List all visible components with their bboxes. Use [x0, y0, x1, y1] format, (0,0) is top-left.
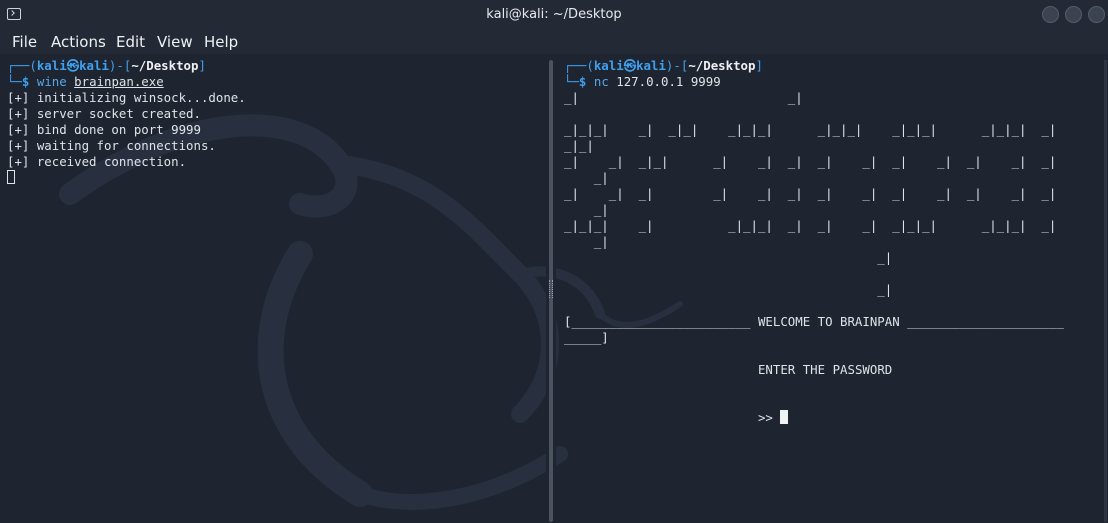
menu-bar: File Actions Edit View Help: [0, 30, 1108, 54]
split-divider[interactable]: [546, 54, 556, 523]
prompt-host: kali: [79, 58, 109, 73]
right-scrollbar[interactable]: [1104, 60, 1107, 522]
prompt-user: kali: [36, 58, 67, 73]
menu-actions[interactable]: Actions: [51, 33, 106, 51]
menu-file[interactable]: File: [12, 33, 37, 51]
minimize-button[interactable]: [1042, 6, 1059, 23]
prompt-host: kali: [636, 58, 666, 73]
banner-line: _|_|: [564, 138, 594, 153]
prompt-path: ~/Desktop: [131, 58, 199, 73]
banner-line: _|: [564, 234, 609, 249]
input-prompt: >>: [757, 410, 773, 425]
prompt-user: kali: [593, 58, 624, 73]
banner-line: _|: [564, 202, 609, 217]
banner-line: _|_|_| _| _|_|_| _| _| _| _|_|_| _|_|_| …: [564, 218, 1057, 233]
enter-password-text: ENTER THE PASSWORD: [757, 362, 893, 377]
left-terminal-pane[interactable]: ┌──(kali㉿kali)-[~/Desktop] └─$ wine brai…: [0, 54, 546, 523]
window-title: kali@kali: ~/Desktop: [486, 7, 622, 22]
menu-edit[interactable]: Edit: [116, 33, 145, 51]
prompt-at: ㉿: [623, 58, 637, 73]
banner-line: _|: [564, 250, 893, 265]
command-argument: brainpan.exe: [74, 74, 164, 89]
command-name: nc: [593, 74, 609, 89]
text-cursor: [7, 170, 15, 184]
prompt-symbol: $: [578, 74, 587, 89]
welcome-line: _____]: [564, 330, 609, 345]
left-terminal-output: ┌──(kali㉿kali)-[~/Desktop] └─$ wine brai…: [7, 58, 246, 186]
right-terminal-output: ┌──(kali㉿kali)-[~/Desktop] └─$ nc 127.0.…: [564, 58, 1064, 425]
banner-line: _|_|_| _| _|_| _|_|_| _|_|_| _|_|_| _|_|…: [564, 122, 1057, 137]
output-line: [+] server socket created.: [7, 106, 201, 121]
output-line: [+] bind done on port 9999: [7, 122, 201, 137]
output-line: [+] initializing winsock...done.: [7, 90, 246, 105]
banner-line: _| _| _| _| _| _| _| _| _| _| _| _| _|: [564, 186, 1057, 201]
banner-line: _|: [564, 282, 893, 297]
right-terminal-pane[interactable]: ┌──(kali㉿kali)-[~/Desktop] └─$ nc 127.0.…: [556, 54, 1108, 523]
prompt-symbol: $: [21, 74, 30, 89]
banner-line: _|: [564, 170, 609, 185]
close-button[interactable]: [1088, 6, 1105, 23]
maximize-button[interactable]: [1065, 6, 1082, 23]
menu-view[interactable]: View: [157, 33, 193, 51]
prompt-path: ~/Desktop: [688, 58, 756, 73]
welcome-line: [________________________ WELCOME TO BRA…: [564, 314, 1064, 329]
title-bar: kali@kali: ~/Desktop: [0, 0, 1108, 30]
resize-grip-icon[interactable]: [549, 280, 553, 298]
output-line: [+] waiting for connections.: [7, 138, 216, 153]
command-args: 127.0.0.1 9999: [616, 74, 721, 89]
banner-line: _| _|: [564, 90, 803, 105]
output-line: [+] received connection.: [7, 154, 187, 169]
prompt-at: ㉿: [66, 58, 80, 73]
menu-help[interactable]: Help: [204, 33, 238, 51]
command-name: wine: [36, 74, 67, 89]
text-cursor: [780, 410, 789, 424]
banner-line: _| _| _|_| _| _| _| _| _| _| _| _| _| _|: [564, 154, 1057, 169]
